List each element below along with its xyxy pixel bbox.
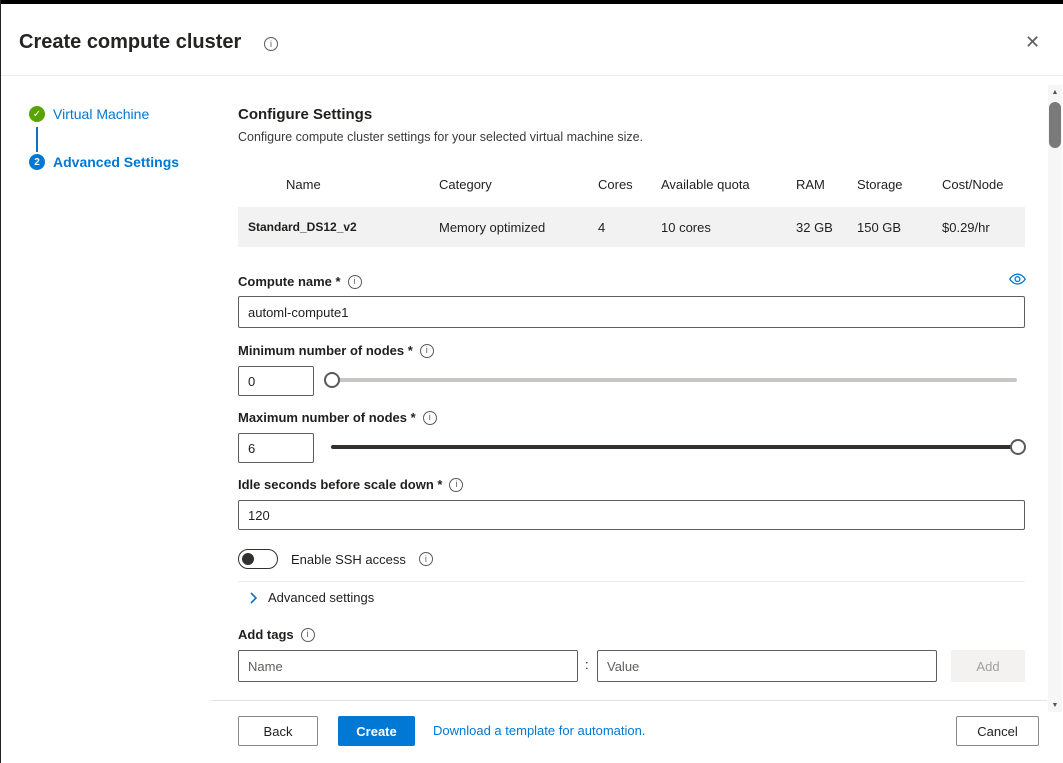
idle-seconds-label: Idle seconds before scale down * (238, 477, 443, 492)
section-heading: Configure Settings (238, 106, 373, 123)
min-nodes-slider-track[interactable] (331, 378, 1017, 382)
cell-cores: 4 (598, 220, 606, 235)
add-tags-label: Add tags (238, 627, 294, 642)
scrollbar[interactable]: ▲ ▼ (1048, 85, 1062, 712)
close-icon[interactable]: ✕ (1021, 28, 1044, 57)
max-nodes-label: Maximum number of nodes * (238, 410, 416, 425)
footer-divider (211, 700, 1047, 701)
max-nodes-input[interactable] (238, 433, 314, 463)
cell-category: Memory optimized (439, 220, 546, 235)
col-header-ram: RAM (796, 177, 825, 192)
min-nodes-input[interactable] (238, 366, 314, 396)
idle-seconds-input[interactable] (238, 500, 1025, 530)
ssh-divider (238, 581, 1025, 582)
cell-vm-name: Standard_DS12_v2 (248, 220, 357, 234)
section-subheading: Configure compute cluster settings for y… (238, 130, 644, 144)
cell-available-quota: 10 cores (661, 220, 711, 235)
vm-selected-row[interactable]: Standard_DS12_v2 Memory optimized 4 10 c… (238, 207, 1025, 247)
compute-name-info-icon[interactable]: i (347, 274, 362, 289)
scrollbar-thumb[interactable] (1049, 102, 1061, 148)
step-label-advanced-settings: Advanced Settings (53, 154, 180, 170)
advanced-settings-expander[interactable]: Advanced settings (249, 590, 374, 605)
min-nodes-info-icon[interactable]: i (419, 343, 434, 358)
max-nodes-slider-track[interactable] (331, 445, 1017, 449)
col-header-cost-node: Cost/Node (942, 177, 1004, 192)
col-header-storage: Storage (857, 177, 903, 192)
add-tags-info-icon[interactable]: i (300, 627, 315, 642)
download-template-link[interactable]: Download a template for automation. (433, 723, 645, 738)
back-button[interactable]: Back (238, 716, 318, 746)
create-compute-cluster-dialog: Create compute cluster i ✕ ✓ Virtual Mac… (0, 0, 1063, 763)
max-nodes-info-icon[interactable]: i (422, 410, 437, 425)
stepper-step-advanced-settings[interactable]: 2 Advanced Settings (29, 154, 179, 170)
cell-storage: 150 GB (857, 220, 902, 235)
idle-seconds-info-icon[interactable]: i (449, 477, 464, 492)
cancel-button[interactable]: Cancel (956, 716, 1039, 746)
tag-separator: : (585, 657, 589, 672)
ssh-info-icon[interactable]: i (418, 552, 433, 566)
scrollbar-up-icon[interactable]: ▲ (1048, 85, 1062, 99)
min-nodes-slider[interactable] (324, 368, 1017, 392)
col-header-category: Category (439, 177, 492, 192)
col-header-available-quota: Available quota (661, 177, 750, 192)
col-header-name: Name (286, 177, 321, 192)
step-label-virtual-machine: Virtual Machine (53, 106, 150, 122)
header-divider (1, 75, 1063, 76)
stepper-connector (36, 127, 38, 152)
max-nodes-slider-handle[interactable] (1010, 439, 1026, 455)
min-nodes-label: Minimum number of nodes * (238, 343, 413, 358)
step-complete-check-icon: ✓ (29, 106, 45, 122)
title-info-icon[interactable]: i (264, 37, 278, 51)
advanced-settings-label: Advanced settings (268, 590, 375, 605)
cell-cost-node: $0.29/hr (942, 220, 990, 235)
eye-icon[interactable] (1009, 273, 1026, 291)
compute-name-input[interactable] (238, 296, 1025, 328)
chevron-right-icon (249, 591, 258, 605)
dialog-title: Create compute cluster (19, 31, 242, 53)
step-number-icon: 2 (29, 154, 45, 170)
compute-name-label: Compute name * (238, 274, 341, 289)
col-header-cores: Cores (598, 177, 633, 192)
scrollbar-down-icon[interactable]: ▼ (1048, 698, 1062, 712)
create-button[interactable]: Create (338, 716, 415, 746)
tag-name-input[interactable] (238, 650, 578, 682)
ssh-toggle-label: Enable SSH access (291, 551, 406, 567)
max-nodes-slider[interactable] (331, 435, 1026, 459)
min-nodes-slider-handle[interactable] (324, 372, 340, 388)
add-tag-button[interactable]: Add (951, 650, 1025, 682)
stepper-step-virtual-machine[interactable]: ✓ Virtual Machine (29, 106, 149, 122)
cell-ram: 32 GB (796, 220, 833, 235)
window-top-edge (1, 0, 1063, 4)
tag-value-input[interactable] (597, 650, 937, 682)
ssh-toggle-knob (242, 553, 254, 565)
ssh-toggle[interactable] (238, 549, 278, 569)
